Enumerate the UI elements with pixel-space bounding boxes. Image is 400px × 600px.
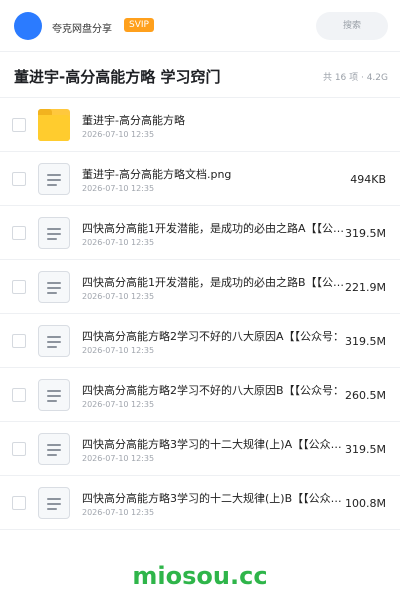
file-size: 319.5M — [345, 443, 386, 456]
document-icon — [38, 271, 70, 303]
file-date: 2026-07-10 12:35 — [82, 184, 155, 193]
file-size: 221.9M — [345, 281, 386, 294]
file-row[interactable]: 四快高分高能方略3学习的十二大规律(上)A【【公众号… 2026-07-10 12… — [0, 422, 400, 476]
select-checkbox[interactable] — [12, 172, 26, 186]
select-checkbox[interactable] — [12, 496, 26, 510]
select-checkbox[interactable] — [12, 280, 26, 294]
file-size: 319.5M — [345, 227, 386, 240]
file-name[interactable]: 董进宇-高分高能方略文档.png — [82, 166, 348, 182]
file-size: 100.8M — [345, 497, 386, 510]
select-checkbox[interactable] — [12, 388, 26, 402]
file-size: 494KB — [350, 173, 386, 186]
svip-badge: SVIP — [124, 18, 154, 32]
file-date: 2026-07-10 12:35 — [82, 508, 155, 517]
select-checkbox[interactable] — [12, 442, 26, 456]
page-title: 董进宇-高分高能方略 学习窍门 — [14, 68, 221, 86]
avatar[interactable] — [14, 12, 42, 40]
file-name[interactable]: 四快高分高能方略2学习不好的八大原因B【【公众号： — [82, 382, 348, 398]
select-checkbox[interactable] — [12, 118, 26, 132]
file-name[interactable]: 四快高分高能方略3学习的十二大规律(上)A【【公众号… — [82, 436, 348, 452]
file-row[interactable]: 四快高分高能1开发潜能，是成功的必由之路B【【公众号： 2026-07-10 12… — [0, 260, 400, 314]
folder-summary: 共 16 项 · 4.2G — [322, 73, 388, 83]
file-name[interactable]: 四快高分高能1开发潜能，是成功的必由之路B【【公众号： — [82, 274, 348, 290]
document-icon — [38, 325, 70, 357]
file-size: 260.5M — [345, 389, 386, 402]
file-date: 2026-07-10 12:35 — [82, 400, 155, 409]
document-icon — [38, 433, 70, 465]
document-icon — [38, 163, 70, 195]
file-date: 2026-07-10 12:35 — [82, 454, 155, 463]
file-row[interactable]: 董进宇-高分高能方略 2026-07-10 12:35 — [0, 98, 400, 152]
file-date: 2026-07-10 12:35 — [82, 238, 155, 247]
file-list: 董进宇-高分高能方略 2026-07-10 12:35 董进宇-高分高能方略文档.p… — [0, 98, 400, 530]
file-date: 2026-07-10 12:35 — [82, 292, 155, 301]
document-icon — [38, 217, 70, 249]
file-row[interactable]: 四快高分高能方略2学习不好的八大原因B【【公众号： 2026-07-10 12:3… — [0, 368, 400, 422]
file-name[interactable]: 董进宇-高分高能方略 — [82, 112, 348, 128]
folder-icon — [38, 109, 70, 141]
file-size: 319.5M — [345, 335, 386, 348]
search-input[interactable]: 搜索 — [316, 12, 388, 40]
file-row[interactable]: 董进宇-高分高能方略文档.png 2026-07-10 12:35 494KB — [0, 152, 400, 206]
site-watermark: miosou.cc — [132, 562, 268, 590]
file-date: 2026-07-10 12:35 — [82, 130, 155, 139]
file-name[interactable]: 四快高分高能方略3学习的十二大规律(上)B【【公众号… — [82, 490, 348, 506]
document-icon — [38, 487, 70, 519]
folder-header: 董进宇-高分高能方略 学习窍门 共 16 项 · 4.2G — [0, 52, 400, 98]
file-name[interactable]: 四快高分高能方略2学习不好的八大原因A【【公众号： — [82, 328, 348, 344]
file-name[interactable]: 四快高分高能1开发潜能，是成功的必由之路A【【公众号： — [82, 220, 348, 236]
file-row[interactable]: 四快高分高能1开发潜能，是成功的必由之路A【【公众号： 2026-07-10 12… — [0, 206, 400, 260]
file-row[interactable]: 四快高分高能方略2学习不好的八大原因A【【公众号： 2026-07-10 12:3… — [0, 314, 400, 368]
file-row[interactable]: 四快高分高能方略3学习的十二大规律(上)B【【公众号… 2026-07-10 12… — [0, 476, 400, 530]
select-checkbox[interactable] — [12, 334, 26, 348]
top-bar: 夸克网盘分享 SVIP 搜索 — [0, 0, 400, 52]
share-username: 夸克网盘分享 — [52, 24, 112, 35]
select-checkbox[interactable] — [12, 226, 26, 240]
file-date: 2026-07-10 12:35 — [82, 346, 155, 355]
document-icon — [38, 379, 70, 411]
